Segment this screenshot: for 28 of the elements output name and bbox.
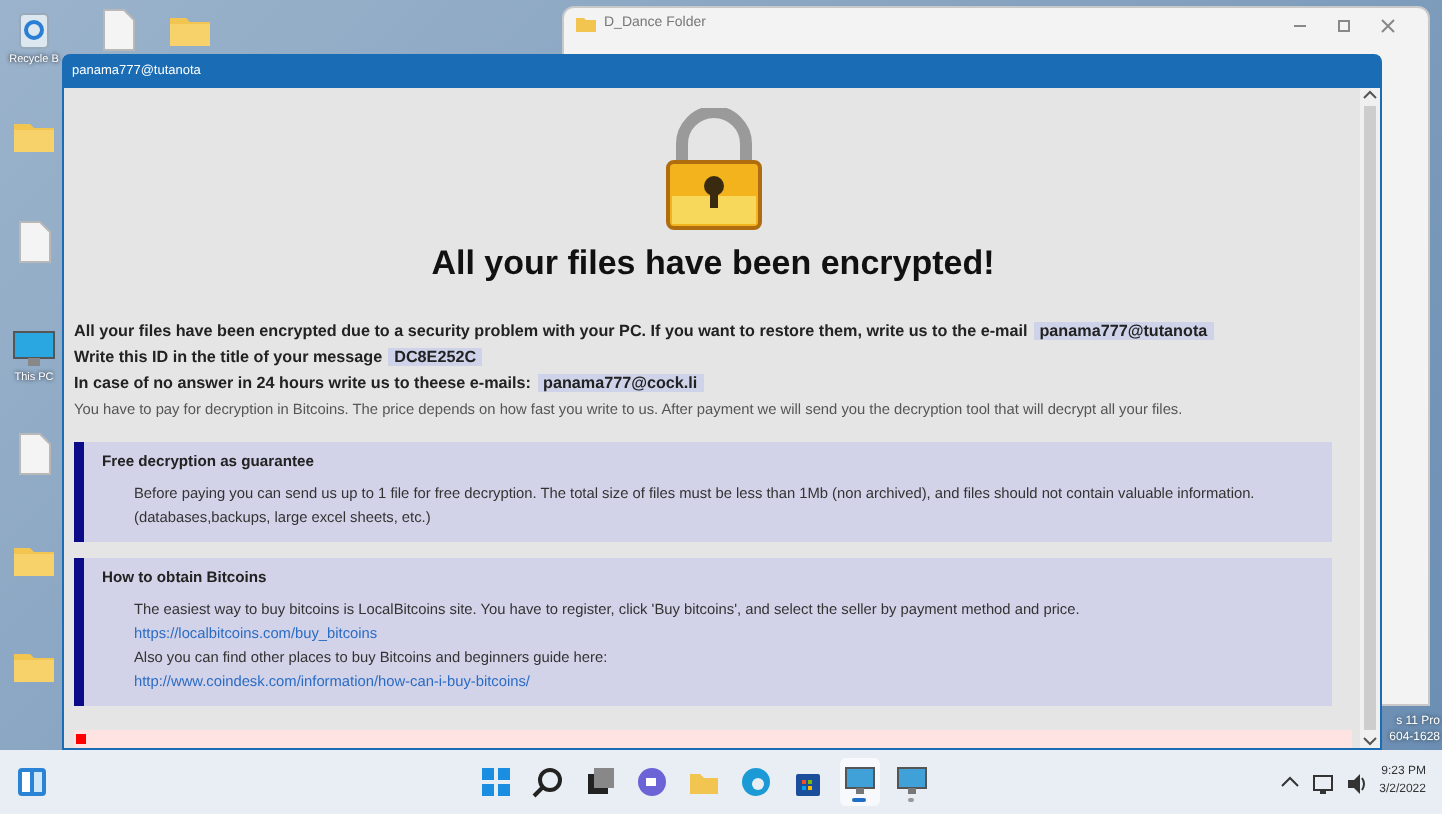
highlighted-value: panama777@cock.li xyxy=(537,373,704,391)
stacked-squares-icon xyxy=(583,766,616,798)
instruction-text: Write this ID in the title of your message xyxy=(74,347,383,365)
browser-swirl-icon xyxy=(739,766,772,798)
folder-icon xyxy=(576,16,596,34)
search-icon xyxy=(531,766,564,798)
app-button[interactable] xyxy=(839,758,880,806)
padlock-icon xyxy=(661,108,765,232)
windows-logo-icon xyxy=(479,766,512,798)
maximize-icon xyxy=(1336,17,1352,33)
network-icon xyxy=(1311,771,1334,793)
highlighted-value: DC8E252C xyxy=(388,347,483,365)
monitor-icon xyxy=(895,763,928,795)
scrollbar-thumb[interactable] xyxy=(1364,106,1376,730)
instruction-text: All your files have been encrypted due to a security problem with your PC. If you want to restore them, write us to the e-mail xyxy=(74,321,1028,339)
close-icon xyxy=(1380,17,1396,33)
chat-bubble-icon xyxy=(635,766,668,798)
monitor-icon xyxy=(12,326,56,370)
heading: All your files have been encrypted! xyxy=(429,242,997,286)
volume-icon xyxy=(1345,771,1368,793)
monitor-icon xyxy=(843,763,876,795)
chevron-up-icon xyxy=(1279,774,1300,790)
status-square xyxy=(76,734,86,744)
highlighted-value: panama777@tutanota xyxy=(1033,321,1214,339)
scroll-down-icon xyxy=(1362,734,1378,748)
widgets-icon xyxy=(16,766,48,798)
scroll-up-icon xyxy=(1362,88,1378,102)
instruction-text: In case of no answer in 24 hours write us to theese e-mails: xyxy=(74,373,531,391)
